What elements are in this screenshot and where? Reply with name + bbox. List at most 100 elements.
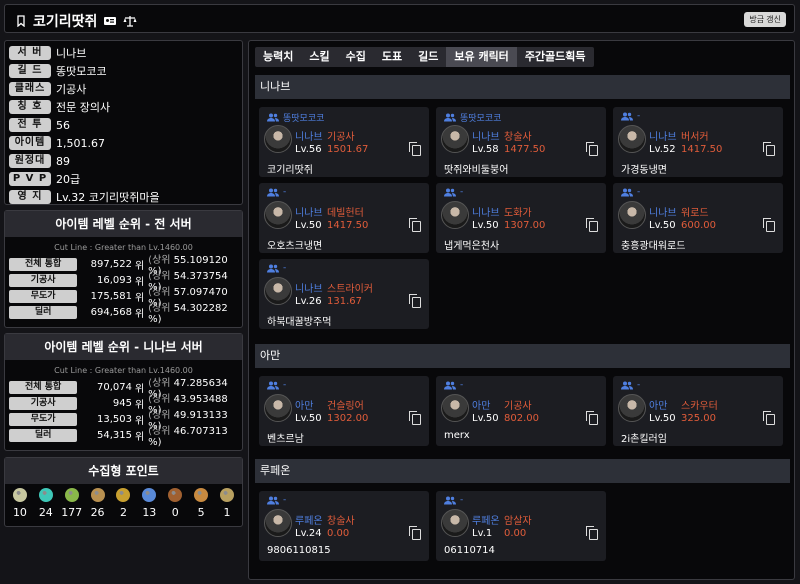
collectible-count: 13 [142, 506, 157, 519]
item-level: 1501.67 [327, 144, 369, 155]
copy-icon[interactable] [409, 294, 421, 308]
ignea-token-icon [168, 488, 183, 502]
guild-members-icon [267, 188, 279, 196]
copy-icon[interactable] [409, 526, 421, 540]
character-card[interactable]: 똥땃모코코 니나브 창술사 Lv.58 1477.50 땃쥐와비둘붕어 [436, 107, 606, 177]
info-value: 20급 [56, 173, 81, 186]
info-label: 서 버 [9, 46, 51, 60]
character-server: 루페온 [295, 516, 323, 527]
item-level: 0.00 [504, 528, 527, 539]
info-value: Lv.32 코기리땃쥐마을 [56, 191, 160, 204]
copy-icon[interactable] [586, 142, 598, 156]
copy-icon[interactable] [763, 411, 775, 425]
copy-icon[interactable] [586, 411, 598, 425]
character-card[interactable]: - 아만 건슬링어 Lv.50 1302.00 벤츠르남 [259, 376, 429, 446]
profile-header: 코기리땃쥐 방금 갱신 [4, 4, 795, 33]
collectible-count: 1 [223, 506, 231, 519]
character-name: 9806110815 [267, 545, 331, 556]
tab-2[interactable]: 수집 [338, 47, 374, 67]
rank-label: 무도가 [9, 289, 78, 303]
copy-icon[interactable] [409, 218, 421, 232]
character-card[interactable]: - 아만 스카우터 Lv.50 325.00 2i촌킬러임 [613, 376, 783, 446]
guild-members-icon [444, 496, 456, 504]
character-class: 스트라이커 [327, 284, 373, 295]
character-class: 버서커 [681, 132, 709, 143]
collectible-item: 0 [163, 488, 187, 519]
rank-value: 945 [112, 397, 132, 409]
character-card[interactable]: - 니나브 도화가 Lv.50 1307.00 냅게먹은천사 [436, 183, 606, 253]
rank-percentile-prefix: (상위 [148, 426, 174, 437]
scale-icon[interactable] [123, 15, 137, 27]
rank-label: 전체 통합 [9, 257, 78, 271]
info-label: 길 드 [9, 64, 51, 78]
character-name: 가경동냉면 [621, 165, 667, 176]
copy-icon[interactable] [763, 142, 775, 156]
character-card[interactable]: - 니나브 데빌헌터 Lv.50 1417.50 오호츠크냉면 [259, 183, 429, 253]
character-class: 데빌헌터 [327, 208, 364, 219]
character-card[interactable]: 똥땃모코코 니나브 기공사 Lv.56 1501.67 코기리땃쥐 [259, 107, 429, 177]
rank-unit: 위 [134, 276, 145, 288]
guild-members-icon [267, 113, 279, 122]
character-server: 아만 [649, 401, 668, 412]
character-card[interactable]: - 니나브 워로드 Lv.50 600.00 충흥광대워로드 [613, 183, 783, 253]
character-server: 루페온 [472, 516, 500, 527]
character-card[interactable]: - 니나브 스트라이커 Lv.26 131.67 하북대꿀방주먹 [259, 259, 429, 329]
character-level: Lv.50 [295, 220, 322, 231]
tab-1[interactable]: 스킬 [301, 47, 337, 67]
item-level: 600.00 [681, 220, 716, 231]
rank-row: 딜러 694,568 위 (상위 54.302282 %) [5, 303, 242, 325]
character-level: Lv.50 [472, 220, 499, 231]
tab-0[interactable]: 능력치 [255, 47, 301, 67]
character-level: Lv.50 [295, 413, 322, 424]
collectible-count: 2 [119, 506, 127, 519]
item-level: 1302.00 [327, 413, 369, 424]
item-level: 1417.50 [327, 220, 369, 231]
collectible-item: 13 [137, 488, 161, 519]
character-name: 오호츠크냉면 [267, 241, 323, 252]
rank-value: 54,315 [96, 429, 132, 441]
info-row: 영 지 Lv.32 코기리땃쥐마을 [9, 188, 238, 206]
tab-3[interactable]: 도표 [374, 47, 410, 67]
guild-members-icon [621, 188, 633, 196]
character-avatar [441, 394, 469, 422]
character-server: 니나브 [472, 132, 500, 143]
tab-4[interactable]: 길드 [410, 47, 446, 67]
rank-percentile-prefix: (상위 [148, 255, 174, 266]
character-server: 아만 [472, 401, 491, 412]
guild-row: - [621, 187, 640, 197]
copy-icon[interactable] [409, 142, 421, 156]
rank-unit: 위 [134, 292, 145, 304]
character-class: 워로드 [681, 208, 709, 219]
refresh-button[interactable]: 방금 갱신 [744, 12, 786, 27]
info-row: P V P 20급 [9, 170, 238, 188]
tab-6[interactable]: 주간골드획득 [517, 47, 594, 67]
guild-row: - [444, 380, 463, 390]
character-card[interactable]: - 니나브 버서커 Lv.52 1417.50 가경동냉면 [613, 107, 783, 177]
character-server: 아만 [295, 401, 314, 412]
rank-unit: 위 [134, 308, 145, 320]
guild-members-icon [444, 113, 456, 122]
character-card[interactable]: - 아만 기공사 Lv.50 802.00 merx [436, 376, 606, 446]
world-tree-leaf-icon [142, 488, 157, 502]
character-card[interactable]: - 루페온 암살자 Lv.1 0.00 06110714 [436, 491, 606, 561]
rank-label: 무도가 [9, 412, 78, 426]
copy-icon[interactable] [586, 526, 598, 540]
copy-icon[interactable] [409, 411, 421, 425]
guild-row: 똥땃모코코 [444, 111, 501, 124]
id-card-icon[interactable] [103, 15, 117, 27]
guild-members-icon [444, 381, 456, 389]
info-value: 전문 장의사 [56, 101, 111, 114]
bookmark-icon[interactable] [15, 15, 27, 27]
copy-icon[interactable] [763, 218, 775, 232]
character-server: 니나브 [472, 208, 500, 219]
copy-icon[interactable] [586, 218, 598, 232]
info-label: 칭 호 [9, 100, 51, 114]
character-server: 니나브 [295, 284, 323, 295]
character-level: Lv.24 [295, 528, 322, 539]
character-card[interactable]: - 루페온 창술사 Lv.24 0.00 9806110815 [259, 491, 429, 561]
character-name: 06110714 [444, 545, 495, 556]
guild-row: - [444, 187, 463, 197]
info-row: 칭 호 전문 장의사 [9, 98, 238, 116]
info-label: 전 투 [9, 118, 51, 132]
tab-5[interactable]: 보유 캐릭터 [446, 47, 517, 67]
